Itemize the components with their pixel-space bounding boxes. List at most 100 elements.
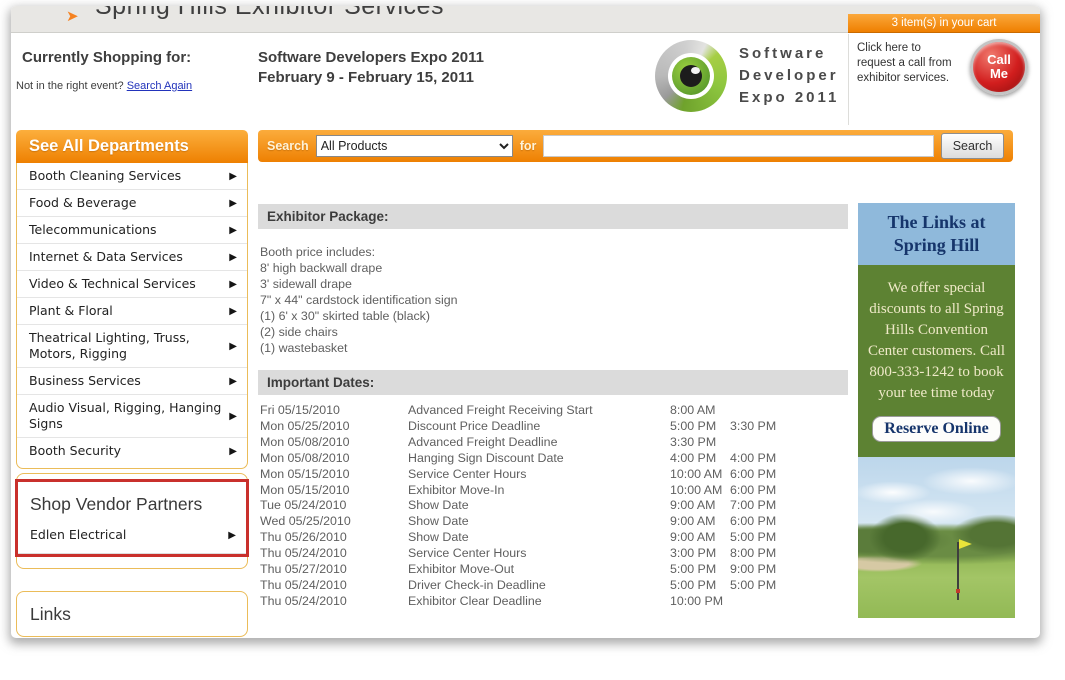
golf-flag-icon bbox=[959, 539, 972, 550]
date-row: Thu 05/26/2010 Show Date 9:00 AM 5:00 PM bbox=[260, 530, 848, 546]
vendor-partners-heading: Shop Vendor Partners bbox=[18, 488, 246, 525]
department-item[interactable]: Theatrical Lighting, Truss, Motors, Rigg… bbox=[17, 325, 247, 368]
event-cell: Exhibitor Clear Deadline bbox=[408, 594, 670, 610]
golf-ad-body: We offer special discounts to all Spring… bbox=[858, 265, 1015, 457]
package-line: 8' high backwall drape bbox=[260, 260, 848, 276]
reserve-online-button[interactable]: Reserve Online bbox=[872, 416, 1000, 442]
date-cell: Mon 05/15/2010 bbox=[260, 483, 408, 499]
chevron-right-icon: ▶ bbox=[229, 198, 237, 209]
start-time-cell: 9:00 AM bbox=[670, 530, 730, 546]
date-row: Tue 05/24/2010 Show Date 9:00 AM 7:00 PM bbox=[260, 498, 848, 514]
start-time-cell: 3:30 PM bbox=[670, 435, 730, 451]
department-label: Telecommunications bbox=[29, 222, 223, 238]
start-time-cell: 8:00 AM bbox=[670, 403, 730, 419]
date-row: Fri 05/15/2010 Advanced Freight Receivin… bbox=[260, 403, 848, 419]
end-time-cell bbox=[730, 435, 800, 451]
header: Currently Shopping for: Not in the right… bbox=[11, 34, 1040, 125]
event-cell: Discount Price Deadline bbox=[408, 419, 670, 435]
date-row: Thu 05/27/2010 Exhibitor Move-Out 5:00 P… bbox=[260, 562, 848, 578]
links-heading: Links bbox=[30, 604, 247, 625]
golf-flag-marker bbox=[956, 589, 960, 593]
start-time-cell: 5:00 PM bbox=[670, 562, 730, 578]
chevron-right-icon: ▶ bbox=[229, 225, 237, 236]
department-item[interactable]: Plant & Floral ▶ bbox=[17, 298, 247, 325]
end-time-cell: 9:00 PM bbox=[730, 562, 800, 578]
chevron-right-icon: ▶ bbox=[229, 171, 237, 182]
department-item[interactable]: Food & Beverage ▶ bbox=[17, 190, 247, 217]
department-item[interactable]: Booth Cleaning Services ▶ bbox=[17, 163, 247, 190]
start-time-cell: 9:00 AM bbox=[670, 514, 730, 530]
end-time-cell: 3:30 PM bbox=[730, 419, 800, 435]
department-item[interactable]: Booth Security ▶ bbox=[17, 438, 247, 464]
search-again-link[interactable]: Search Again bbox=[127, 80, 192, 92]
date-cell: Mon 05/08/2010 bbox=[260, 435, 408, 451]
date-cell: Thu 05/26/2010 bbox=[260, 530, 408, 546]
department-label: Plant & Floral bbox=[29, 303, 223, 319]
event-cell: Exhibitor Move-In bbox=[408, 483, 670, 499]
event-cell: Service Center Hours bbox=[408, 546, 670, 562]
event-cell: Show Date bbox=[408, 514, 670, 530]
event-cell: Show Date bbox=[408, 498, 670, 514]
department-label: Booth Security bbox=[29, 443, 223, 459]
department-item[interactable]: Audio Visual, Rigging, Hanging Signs ▶ bbox=[17, 395, 247, 438]
golf-ad-text: We offer special discounts to all Spring… bbox=[868, 280, 1005, 401]
wrong-event-question: Not in the right event? bbox=[16, 80, 127, 92]
date-cell: Tue 05/24/2010 bbox=[260, 498, 408, 514]
search-button[interactable]: Search bbox=[941, 133, 1004, 159]
package-lines: Booth price includes:8' high backwall dr… bbox=[258, 244, 848, 356]
sidebar: See All Departments Booth Cleaning Servi… bbox=[16, 130, 248, 637]
end-time-cell: 6:00 PM bbox=[730, 467, 800, 483]
vendor-label: Edlen Electrical bbox=[30, 527, 222, 543]
department-label: Food & Beverage bbox=[29, 195, 223, 211]
end-time-cell: 5:00 PM bbox=[730, 530, 800, 546]
vendor-item[interactable]: Edlen Electrical ▶ bbox=[18, 525, 246, 554]
date-cell: Mon 05/08/2010 bbox=[260, 451, 408, 467]
date-cell: Thu 05/24/2010 bbox=[260, 594, 408, 610]
package-line: (2) side chairs bbox=[260, 324, 848, 340]
chevron-right-icon: ▶ bbox=[229, 306, 237, 317]
chevron-right-icon: ▶ bbox=[229, 411, 237, 422]
search-input[interactable] bbox=[543, 135, 934, 157]
end-time-cell: 5:00 PM bbox=[730, 578, 800, 594]
date-row: Mon 05/25/2010 Discount Price Deadline 5… bbox=[260, 419, 848, 435]
date-cell: Mon 05/15/2010 bbox=[260, 467, 408, 483]
chevron-right-icon: ▶ bbox=[229, 279, 237, 290]
start-time-cell: 9:00 AM bbox=[670, 498, 730, 514]
department-item[interactable]: Internet & Data Services ▶ bbox=[17, 244, 247, 271]
departments-header: See All Departments bbox=[16, 130, 248, 163]
date-cell: Wed 05/25/2010 bbox=[260, 514, 408, 530]
department-item[interactable]: Business Services ▶ bbox=[17, 368, 247, 395]
chevron-right-icon: ▶ bbox=[228, 530, 236, 541]
package-line: 7" x 44" cardstock identification sign bbox=[260, 292, 848, 308]
date-row: Wed 05/25/2010 Show Date 9:00 AM 6:00 PM bbox=[260, 514, 848, 530]
department-item[interactable]: Video & Technical Services ▶ bbox=[17, 271, 247, 298]
chevron-right-icon: ▶ bbox=[229, 252, 237, 263]
golf-course-photo bbox=[858, 457, 1015, 618]
logo-text: SoftwareDeveloperExpo 2011 bbox=[739, 43, 839, 109]
end-time-cell bbox=[730, 594, 800, 610]
event-name: Software Developers Expo 2011 bbox=[258, 48, 484, 68]
event-cell: Hanging Sign Discount Date bbox=[408, 451, 670, 467]
event-cell: Service Center Hours bbox=[408, 467, 670, 483]
date-row: Thu 05/24/2010 Driver Check-in Deadline … bbox=[260, 578, 848, 594]
start-time-cell: 5:00 PM bbox=[670, 419, 730, 435]
cart-status-bar[interactable]: 3 item(s) in your cart bbox=[848, 14, 1040, 33]
end-time-cell bbox=[730, 403, 800, 419]
vendor-highlight-border: Shop Vendor Partners Edlen Electrical ▶ bbox=[15, 479, 249, 557]
search-label: Search bbox=[267, 139, 309, 153]
vendor-partners-box: Shop Vendor Partners Edlen Electrical ▶ bbox=[16, 473, 248, 569]
call-me-button[interactable]: Call Me bbox=[970, 39, 1028, 95]
golf-ad-title: The Links at Spring Hill bbox=[858, 203, 1015, 265]
date-cell: Thu 05/27/2010 bbox=[260, 562, 408, 578]
end-time-cell: 8:00 PM bbox=[730, 546, 800, 562]
package-line: Booth price includes: bbox=[260, 244, 848, 260]
department-item[interactable]: Telecommunications ▶ bbox=[17, 217, 247, 244]
call-request-text: Click here to request a call from exhibi… bbox=[857, 41, 961, 86]
important-dates-header: Important Dates: bbox=[258, 370, 848, 395]
end-time-cell: 7:00 PM bbox=[730, 498, 800, 514]
logo-text-line: Software bbox=[739, 43, 839, 65]
date-row: Thu 05/24/2010 Exhibitor Clear Deadline … bbox=[260, 594, 848, 610]
search-category-select[interactable]: All Products bbox=[316, 135, 513, 157]
event-cell: Exhibitor Move-Out bbox=[408, 562, 670, 578]
exhibitor-package-header: Exhibitor Package: bbox=[258, 204, 848, 229]
